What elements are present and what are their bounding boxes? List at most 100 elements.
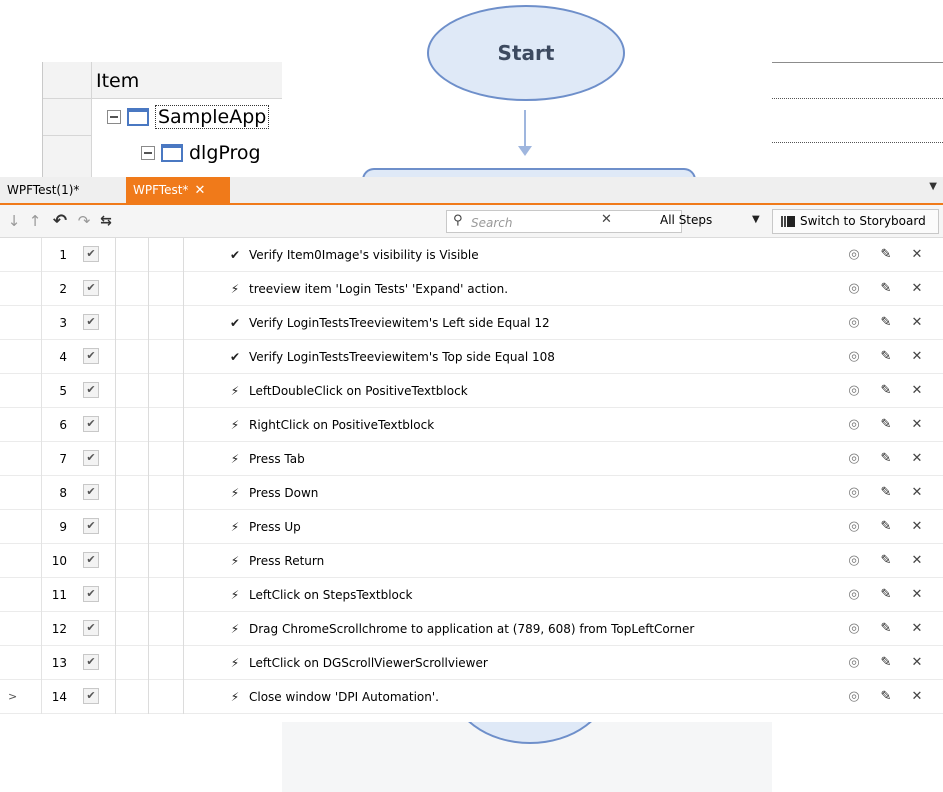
edit-pencil-icon[interactable]: ✎ [878, 578, 894, 612]
step-row[interactable]: 3 ✔ ✔ Verify LoginTestsTreeviewitem's Left … [0, 306, 943, 340]
tab-wpftest[interactable]: WPFTest* ✕ [126, 177, 230, 203]
step-row[interactable]: 4 ✔ ✔ Verify LoginTestsTreeviewitem's Top s… [0, 340, 943, 374]
chevron-down-icon[interactable]: ▼ [752, 214, 760, 225]
edit-pencil-icon[interactable]: ✎ [878, 306, 894, 340]
step-description[interactable]: LeftClick on DGScrollViewerScrollviewer [249, 646, 488, 680]
step-row[interactable]: 11 ✔ ⚡ LeftClick on StepsTextblock ◎ ✎ ✕ [0, 578, 943, 612]
move-down-icon[interactable]: ↓ [4, 211, 24, 231]
step-enabled-checkbox[interactable]: ✔ [83, 246, 99, 262]
step-enabled-checkbox[interactable]: ✔ [83, 518, 99, 534]
edit-pencil-icon[interactable]: ✎ [878, 646, 894, 680]
dropdown-arrow-icon[interactable]: ▼ [929, 181, 937, 192]
edit-pencil-icon[interactable]: ✎ [878, 408, 894, 442]
step-description[interactable]: treeview item 'Login Tests' 'Expand' act… [249, 272, 508, 306]
delete-icon[interactable]: ✕ [909, 306, 925, 340]
run-to-icon[interactable]: ⇆ [96, 211, 116, 231]
edit-pencil-icon[interactable]: ✎ [878, 442, 894, 476]
step-row[interactable]: 7 ✔ ⚡ Press Tab ◎ ✎ ✕ [0, 442, 943, 476]
step-enabled-checkbox[interactable]: ✔ [83, 314, 99, 330]
record-icon[interactable]: ◎ [846, 272, 862, 306]
tab-wpftest-1[interactable]: WPFTest(1)* [0, 177, 123, 203]
step-row[interactable]: 6 ✔ ⚡ RightClick on PositiveTextblock ◎ ✎ ✕ [0, 408, 943, 442]
delete-icon[interactable]: ✕ [909, 272, 925, 306]
delete-icon[interactable]: ✕ [909, 442, 925, 476]
delete-icon[interactable]: ✕ [909, 510, 925, 544]
edit-pencil-icon[interactable]: ✎ [878, 476, 894, 510]
step-description[interactable]: Press Up [249, 510, 301, 544]
step-row[interactable]: 12 ✔ ⚡ Drag ChromeScrollchrome to applicati… [0, 612, 943, 646]
delete-icon[interactable]: ✕ [909, 238, 925, 272]
delete-icon[interactable]: ✕ [909, 578, 925, 612]
edit-pencil-icon[interactable]: ✎ [878, 374, 894, 408]
record-icon[interactable]: ◎ [846, 510, 862, 544]
step-description[interactable]: Verify LoginTestsTreeviewitem's Top side… [249, 340, 555, 374]
step-row[interactable]: 8 ✔ ⚡ Press Down ◎ ✎ ✕ [0, 476, 943, 510]
step-description[interactable]: Press Tab [249, 442, 305, 476]
delete-icon[interactable]: ✕ [909, 612, 925, 646]
step-enabled-checkbox[interactable]: ✔ [83, 484, 99, 500]
delete-icon[interactable]: ✕ [909, 476, 925, 510]
delete-icon[interactable]: ✕ [909, 680, 925, 714]
record-icon[interactable]: ◎ [846, 578, 862, 612]
step-description[interactable]: Press Down [249, 476, 318, 510]
close-icon[interactable]: ✕ [194, 183, 205, 198]
step-enabled-checkbox[interactable]: ✔ [83, 450, 99, 466]
step-description[interactable]: LeftDoubleClick on PositiveTextblock [249, 374, 468, 408]
step-row[interactable]: 5 ✔ ⚡ LeftDoubleClick on PositiveTextblock ◎… [0, 374, 943, 408]
tree-node-dlgprog[interactable]: dlgProg [141, 142, 261, 164]
record-icon[interactable]: ◎ [846, 680, 862, 714]
record-icon[interactable]: ◎ [846, 544, 862, 578]
step-row[interactable]: 13 ✔ ⚡ LeftClick on DGScrollViewerScrollvie… [0, 646, 943, 680]
search-field[interactable]: ⚲ [446, 210, 682, 233]
steps-filter-select[interactable]: All Steps [660, 213, 712, 227]
step-description[interactable]: Verify Item0Image's visibility is Visibl… [249, 238, 479, 272]
delete-icon[interactable]: ✕ [909, 374, 925, 408]
step-description[interactable]: Drag ChromeScrollchrome to application a… [249, 612, 694, 646]
clear-search-icon[interactable]: ✕ [601, 212, 612, 227]
step-row[interactable]: 9 ✔ ⚡ Press Up ◎ ✎ ✕ [0, 510, 943, 544]
step-enabled-checkbox[interactable]: ✔ [83, 416, 99, 432]
switch-to-storyboard-button[interactable]: Switch to Storyboard [772, 209, 939, 234]
step-row[interactable]: >14 ✔ ⚡ Close window 'DPI Automation'. ◎ ✎ ✕ [0, 680, 943, 714]
record-icon[interactable]: ◎ [846, 374, 862, 408]
step-row[interactable]: 10 ✔ ⚡ Press Return ◎ ✎ ✕ [0, 544, 943, 578]
delete-icon[interactable]: ✕ [909, 544, 925, 578]
step-enabled-checkbox[interactable]: ✔ [83, 688, 99, 704]
undo-icon[interactable]: ↶ [50, 211, 70, 231]
step-description[interactable]: Close window 'DPI Automation'. [249, 680, 439, 714]
record-icon[interactable]: ◎ [846, 476, 862, 510]
edit-pencil-icon[interactable]: ✎ [878, 680, 894, 714]
delete-icon[interactable]: ✕ [909, 340, 925, 374]
tree-node-sampleapp[interactable]: SampleApp [107, 105, 270, 129]
step-enabled-checkbox[interactable]: ✔ [83, 280, 99, 296]
redo-icon[interactable]: ↷ [74, 211, 94, 231]
edit-pencil-icon[interactable]: ✎ [878, 544, 894, 578]
record-icon[interactable]: ◎ [846, 306, 862, 340]
record-icon[interactable]: ◎ [846, 238, 862, 272]
step-description[interactable]: Press Return [249, 544, 324, 578]
record-icon[interactable]: ◎ [846, 442, 862, 476]
step-description[interactable]: Verify LoginTestsTreeviewitem's Left sid… [249, 306, 550, 340]
edit-pencil-icon[interactable]: ✎ [878, 510, 894, 544]
record-icon[interactable]: ◎ [846, 612, 862, 646]
record-icon[interactable]: ◎ [846, 646, 862, 680]
step-enabled-checkbox[interactable]: ✔ [83, 552, 99, 568]
record-icon[interactable]: ◎ [846, 408, 862, 442]
collapse-icon[interactable] [107, 110, 121, 124]
step-description[interactable]: LeftClick on StepsTextblock [249, 578, 412, 612]
edit-pencil-icon[interactable]: ✎ [878, 272, 894, 306]
step-description[interactable]: RightClick on PositiveTextblock [249, 408, 434, 442]
search-input[interactable] [469, 213, 673, 232]
delete-icon[interactable]: ✕ [909, 408, 925, 442]
edit-pencil-icon[interactable]: ✎ [878, 238, 894, 272]
step-row[interactable]: 2 ✔ ⚡ treeview item 'Login Tests' 'Expand' … [0, 272, 943, 306]
delete-icon[interactable]: ✕ [909, 646, 925, 680]
record-icon[interactable]: ◎ [846, 340, 862, 374]
move-up-icon[interactable]: ↑ [25, 211, 45, 231]
step-enabled-checkbox[interactable]: ✔ [83, 348, 99, 364]
edit-pencil-icon[interactable]: ✎ [878, 612, 894, 646]
step-row[interactable]: 1 ✔ ✔ Verify Item0Image's visibility is Vis… [0, 238, 943, 272]
edit-pencil-icon[interactable]: ✎ [878, 340, 894, 374]
step-enabled-checkbox[interactable]: ✔ [83, 586, 99, 602]
collapse-icon[interactable] [141, 146, 155, 160]
